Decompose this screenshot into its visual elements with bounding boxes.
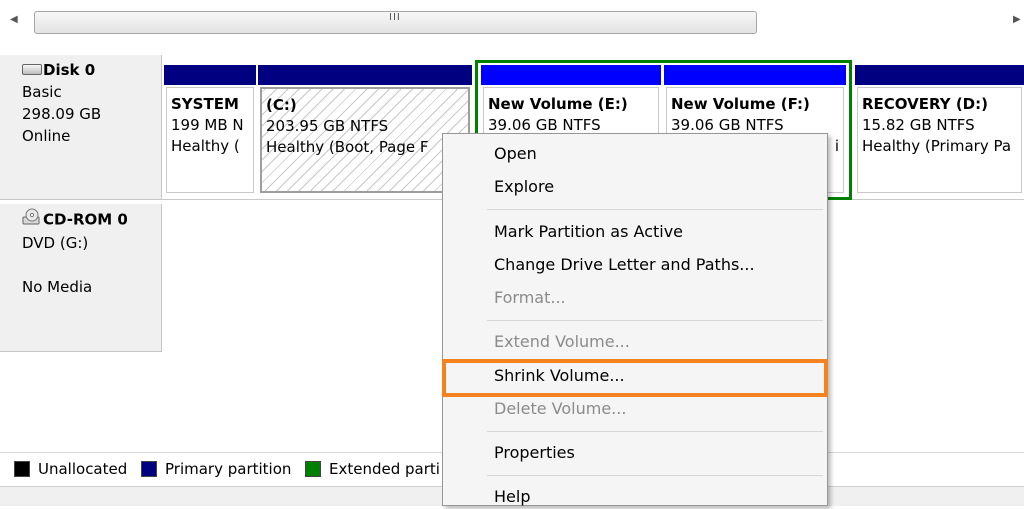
partition-name: (C:) — [266, 96, 297, 114]
menu-item-help[interactable]: Help — [494, 485, 530, 509]
legend-extended: Extended parti — [305, 460, 440, 478]
disk-name: CD-ROM 0 — [43, 210, 128, 229]
unallocated-swatch — [14, 461, 30, 477]
partition-status: Healthy (Primary Pa — [862, 137, 1012, 155]
menu-separator — [487, 320, 823, 321]
partition-recovery[interactable]: RECOVERY (D:) 15.82 GB NTFS Healthy (Pri… — [855, 65, 1024, 195]
partition-name: New Volume (F:) — [671, 95, 810, 113]
disk-size: 298.09 GB — [22, 105, 102, 123]
partition-status: Healthy (Boot, Page F — [266, 138, 429, 156]
primary-swatch — [141, 461, 157, 477]
legend-label: Primary partition — [165, 460, 292, 478]
menu-item-format[interactable]: Format... — [494, 286, 566, 310]
legend-unallocated: Unallocated — [14, 460, 127, 478]
media-status: No Media — [22, 278, 93, 296]
scroll-right-arrow-icon[interactable]: ▶ — [1013, 14, 1021, 25]
partition-name: New Volume (E:) — [488, 95, 628, 113]
scroll-left-arrow-icon[interactable]: ◀ — [10, 14, 18, 25]
menu-item-delete-volume[interactable]: Delete Volume... — [494, 397, 626, 421]
context-menu: Open Explore Mark Partition as Active Ch… — [442, 133, 828, 506]
disk-type: Basic — [22, 83, 62, 101]
shrink-volume-highlight — [442, 359, 828, 397]
partition-status: Healthy ( — [171, 137, 240, 155]
menu-separator — [487, 209, 823, 210]
menu-item-explore[interactable]: Explore — [494, 175, 554, 199]
menu-separator — [487, 431, 823, 432]
partition-name: RECOVERY (D:) — [862, 95, 988, 113]
menu-item-change-drive-letter[interactable]: Change Drive Letter and Paths... — [494, 253, 755, 277]
cd-rom-icon — [22, 208, 42, 232]
horizontal-scrollbar[interactable]: ◀ III ▶ — [0, 0, 1024, 36]
scrollbar-grip: III — [389, 12, 401, 23]
disk-status: Online — [22, 127, 71, 145]
legend-label: Extended parti — [329, 460, 440, 478]
partition-size: 203.95 GB NTFS — [266, 117, 389, 135]
menu-item-properties[interactable]: Properties — [494, 441, 575, 465]
menu-item-mark-active[interactable]: Mark Partition as Active — [494, 220, 683, 244]
partition-c[interactable]: (C:) 203.95 GB NTFS Healthy (Boot, Page … — [258, 65, 472, 195]
disk-0-label[interactable]: Disk 0 Basic 298.09 GB Online — [0, 55, 162, 200]
partition-system[interactable]: SYSTEM 199 MB N Healthy ( — [164, 65, 256, 195]
legend-primary: Primary partition — [141, 460, 291, 478]
partition-size: 199 MB N — [171, 116, 244, 134]
menu-item-extend-volume[interactable]: Extend Volume... — [494, 330, 630, 354]
drive-letter: DVD (G:) — [22, 234, 89, 252]
extended-swatch — [305, 461, 321, 477]
cd-rom-0-label[interactable]: CD-ROM 0 DVD (G:) No Media — [0, 204, 162, 352]
disk-name: Disk 0 — [43, 61, 96, 79]
partition-size: 15.82 GB NTFS — [862, 116, 975, 134]
partition-name: SYSTEM — [171, 95, 239, 113]
legend-label: Unallocated — [38, 460, 128, 478]
menu-item-open[interactable]: Open — [494, 142, 537, 166]
menu-separator — [487, 475, 823, 476]
hard-disk-icon — [22, 63, 42, 75]
